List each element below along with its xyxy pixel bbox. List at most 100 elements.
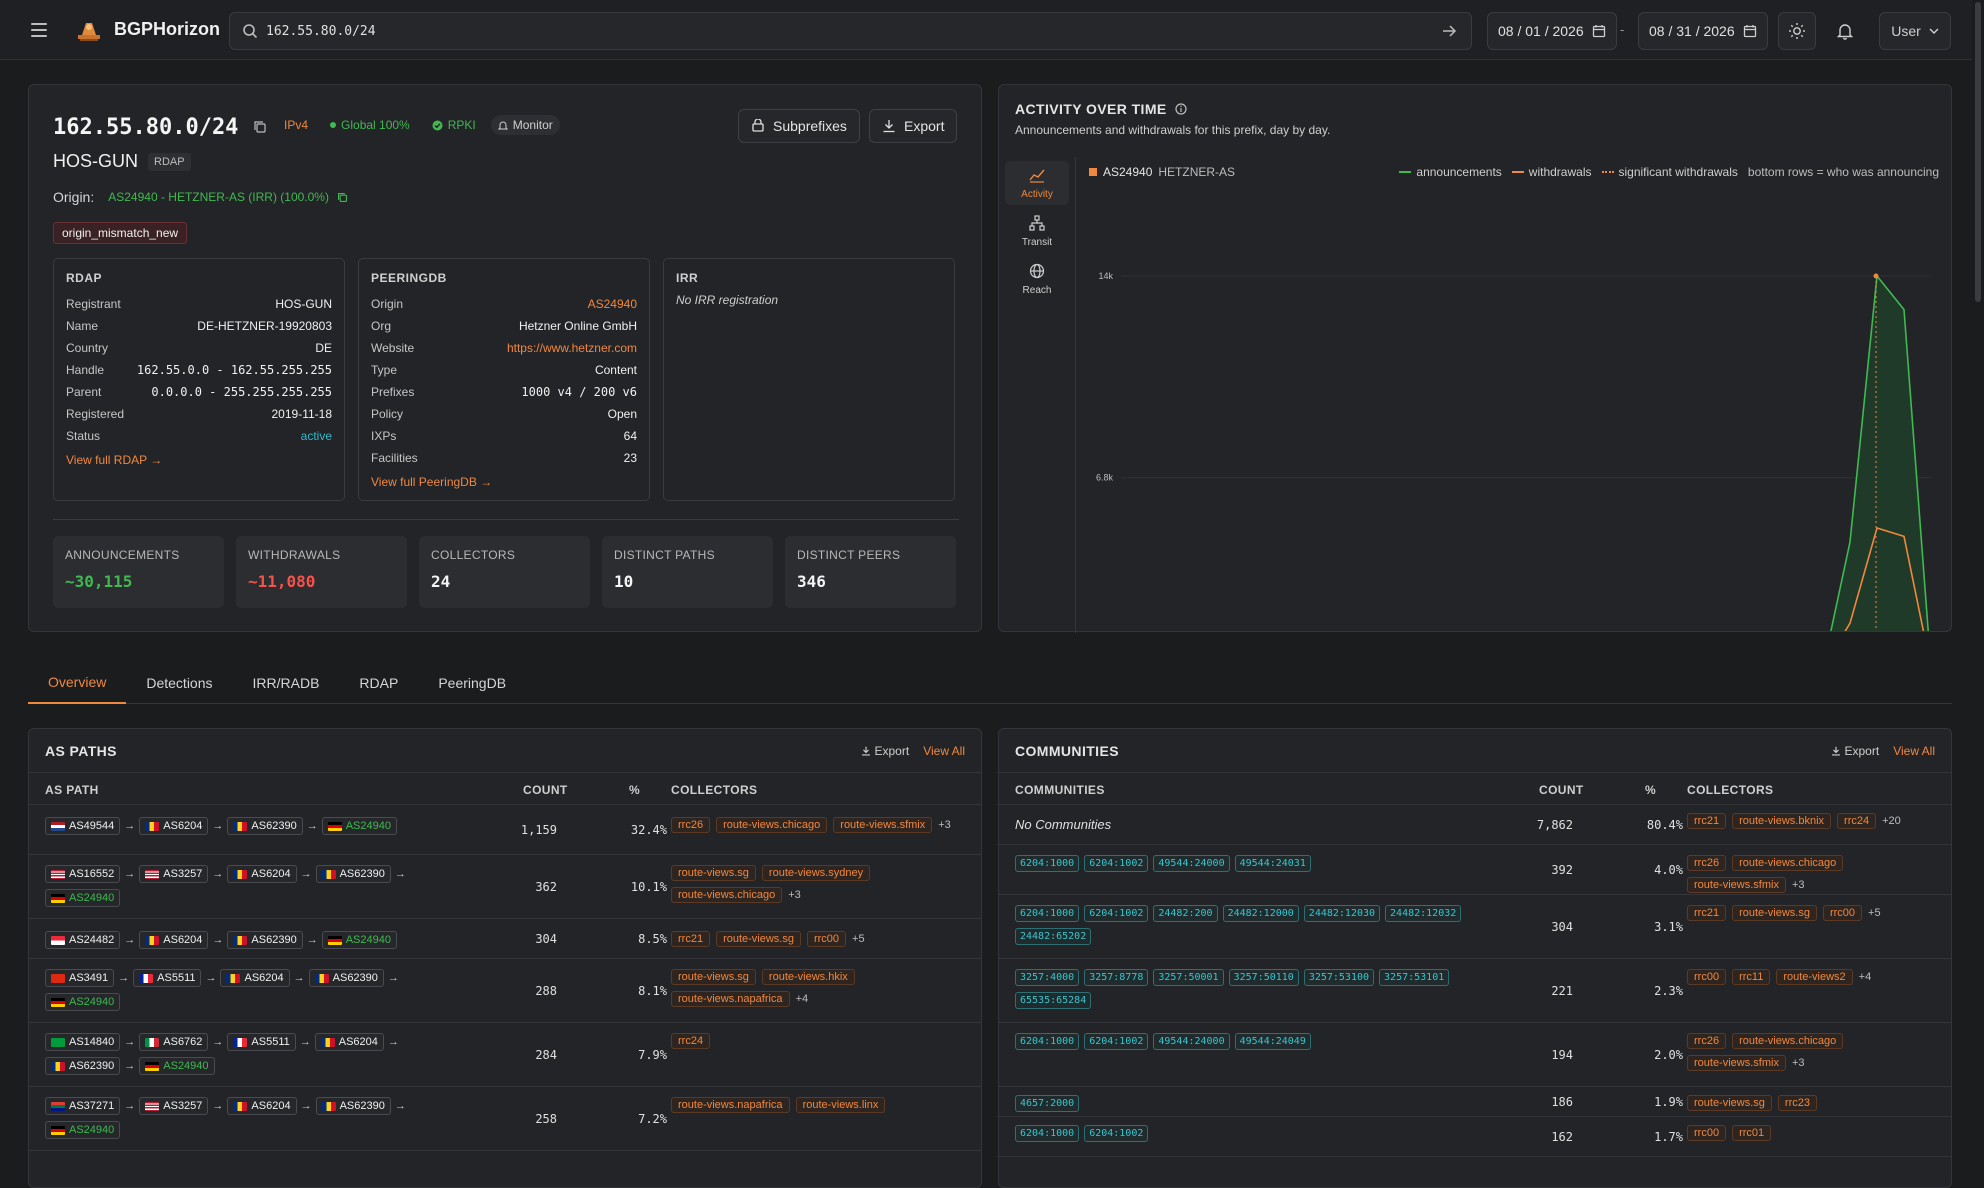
asn-chip[interactable]: AS62390 bbox=[227, 817, 303, 835]
collector-tag[interactable]: rrc00 bbox=[1687, 1125, 1727, 1141]
tab-overview[interactable]: Overview bbox=[28, 662, 127, 704]
view-full-rdap-link[interactable]: View full RDAP → bbox=[66, 453, 332, 467]
export-button[interactable]: Export bbox=[869, 109, 958, 143]
monitor-chip[interactable]: Monitor bbox=[490, 115, 560, 135]
collector-tag[interactable]: route-views.sydney bbox=[761, 865, 871, 881]
calendar-icon[interactable] bbox=[1743, 24, 1757, 38]
col-percent[interactable]: % bbox=[629, 783, 640, 797]
kv-value[interactable]: https://www.hetzner.com bbox=[507, 341, 637, 355]
collector-tag[interactable]: route-views.napafrica bbox=[671, 1097, 790, 1113]
community-tag[interactable]: 3257:50110 bbox=[1228, 969, 1299, 986]
side-tab-activity[interactable]: Activity bbox=[1005, 161, 1069, 205]
copy-icon[interactable] bbox=[253, 120, 267, 134]
community-tag[interactable]: 24482:65202 bbox=[1015, 928, 1092, 945]
asn-chip[interactable]: AS62390 bbox=[315, 1097, 391, 1115]
col-percent[interactable]: % bbox=[1645, 783, 1656, 797]
communities-export-button[interactable]: Export bbox=[1831, 744, 1879, 758]
community-tag[interactable]: 24482:200 bbox=[1153, 905, 1218, 922]
col-collectors[interactable]: COLLECTORS bbox=[671, 783, 757, 797]
more-collectors[interactable]: +4 bbox=[796, 993, 809, 1005]
asn-chip[interactable]: AS5511 bbox=[227, 1033, 296, 1051]
table-row[interactable]: AS37271 → AS3257 → AS6204 → AS62390 → AS24940 258… bbox=[29, 1087, 981, 1151]
asn-chip[interactable]: AS62390 bbox=[227, 931, 303, 949]
tab-detections[interactable]: Detections bbox=[126, 662, 232, 704]
collector-tag[interactable]: route-views.chicago bbox=[716, 817, 828, 833]
scrollbar-thumb[interactable] bbox=[1975, 2, 1981, 302]
collector-tag[interactable]: rrc01 bbox=[1732, 1125, 1772, 1141]
collector-tag[interactable]: rrc24 bbox=[1837, 813, 1877, 829]
community-tag[interactable]: 6204:1000 bbox=[1015, 855, 1080, 872]
asn-chip[interactable]: AS6204 bbox=[139, 931, 209, 949]
asn-chip[interactable]: AS6204 bbox=[314, 1033, 384, 1051]
search-input[interactable] bbox=[266, 23, 1441, 39]
as-paths-view-all-link[interactable]: View All bbox=[923, 744, 965, 758]
side-tab-reach[interactable]: Reach bbox=[1005, 257, 1069, 301]
asn-chip[interactable]: AS24940 bbox=[45, 889, 121, 907]
asn-chip[interactable]: AS24940 bbox=[45, 993, 121, 1011]
app-logo[interactable]: BGPHorizon bbox=[74, 15, 220, 45]
community-tag[interactable]: 3257:8778 bbox=[1084, 969, 1149, 986]
community-tag[interactable]: 49544:24000 bbox=[1153, 1033, 1230, 1050]
table-row[interactable]: 3257:4000 3257:8778 3257:50001 3257:50110 32… bbox=[999, 959, 1951, 1023]
asn-chip[interactable]: AS3257 bbox=[139, 1097, 209, 1115]
asn-chip[interactable]: AS6204 bbox=[227, 865, 297, 883]
col-count[interactable]: COUNT bbox=[523, 783, 568, 797]
table-row[interactable]: AS14840 → AS6762 → AS5511 → AS6204 → AS62390 → AS2… bbox=[29, 1023, 981, 1087]
collector-tag[interactable]: route-views.sg bbox=[716, 931, 801, 947]
significant-withdrawal-dot[interactable] bbox=[1873, 273, 1879, 279]
collector-tag[interactable]: route-views.bknix bbox=[1732, 813, 1832, 829]
collector-tag[interactable]: rrc23 bbox=[1777, 1095, 1817, 1111]
community-tag[interactable]: 3257:53100 bbox=[1303, 969, 1375, 986]
tab-peeringdb[interactable]: PeeringDB bbox=[418, 662, 526, 704]
community-tag[interactable]: 6204:1000 bbox=[1015, 905, 1080, 922]
asn-chip[interactable]: AS24940 bbox=[321, 817, 397, 835]
view-full-peeringdb-link[interactable]: View full PeeringDB → bbox=[371, 475, 637, 489]
collector-tag[interactable]: rrc00 bbox=[806, 931, 847, 947]
community-tag[interactable]: 6204:1002 bbox=[1084, 855, 1149, 872]
collector-tag[interactable]: route-views.chicago bbox=[671, 887, 783, 903]
collector-tag[interactable]: rrc26 bbox=[1687, 1033, 1727, 1049]
copy-icon[interactable] bbox=[337, 192, 348, 203]
asn-chip[interactable]: AS49544 bbox=[45, 817, 121, 835]
col-collectors[interactable]: COLLECTORS bbox=[1687, 783, 1773, 797]
collector-tag[interactable]: route-views.napafrica bbox=[671, 991, 790, 1007]
asn-chip[interactable]: AS62390 bbox=[45, 1057, 121, 1075]
origin-value[interactable]: AS24940 - HETZNER-AS (IRR) (100.0%) bbox=[108, 190, 329, 204]
community-tag[interactable]: 24482:12000 bbox=[1222, 905, 1299, 922]
community-tag[interactable]: 6204:1000 bbox=[1015, 1033, 1080, 1050]
more-collectors[interactable]: +5 bbox=[852, 933, 865, 945]
kv-value[interactable]: AS24940 bbox=[588, 297, 637, 311]
asn-chip[interactable]: AS24940 bbox=[321, 931, 397, 949]
communities-view-all-link[interactable]: View All bbox=[1893, 744, 1935, 758]
collector-tag[interactable]: rrc26 bbox=[1687, 855, 1727, 871]
more-collectors[interactable]: +3 bbox=[938, 819, 951, 831]
more-collectors[interactable]: +3 bbox=[1792, 1057, 1805, 1069]
asn-chip[interactable]: AS6762 bbox=[139, 1033, 209, 1051]
asn-chip[interactable]: AS5511 bbox=[133, 969, 202, 987]
info-icon[interactable] bbox=[1175, 103, 1187, 115]
detection-tag[interactable]: origin_mismatch_new bbox=[53, 222, 188, 244]
collector-tag[interactable]: route-views.sfmix bbox=[833, 817, 933, 833]
tab-irr-radb[interactable]: IRR/RADB bbox=[233, 662, 340, 704]
collector-tag[interactable]: route-views2 bbox=[1776, 969, 1853, 985]
asn-chip[interactable]: AS3257 bbox=[139, 865, 209, 883]
asn-chip[interactable]: AS62390 bbox=[308, 969, 384, 987]
community-tag[interactable]: 3257:53101 bbox=[1379, 969, 1450, 986]
col-as-path[interactable]: AS PATH bbox=[45, 783, 99, 797]
search-bar[interactable] bbox=[229, 12, 1472, 50]
date-to-input[interactable]: 08 / 31 / 2026 bbox=[1638, 12, 1768, 50]
collector-tag[interactable]: route-views.chicago bbox=[1732, 1033, 1844, 1049]
community-tag[interactable]: 6204:1002 bbox=[1084, 1125, 1149, 1142]
table-row[interactable]: 6204:1000 6204:1002 162 1.7% rrc00 rrc01 bbox=[999, 1117, 1951, 1157]
menu-icon[interactable] bbox=[24, 15, 54, 45]
table-row[interactable]: 4657:2000 186 1.9% route-views.sg rrc23 bbox=[999, 1087, 1951, 1117]
asn-chip[interactable]: AS16552 bbox=[45, 865, 121, 883]
collector-tag[interactable]: route-views.sg bbox=[1732, 905, 1817, 921]
collector-tag[interactable]: route-views.chicago bbox=[1732, 855, 1844, 871]
community-tag[interactable]: 24482:12032 bbox=[1385, 905, 1462, 922]
asn-chip[interactable]: AS3491 bbox=[45, 969, 115, 987]
col-communities[interactable]: COMMUNITIES bbox=[1015, 783, 1105, 797]
community-tag[interactable]: 3257:4000 bbox=[1015, 969, 1080, 986]
table-row[interactable]: 6204:1000 6204:1002 49544:24000 49544:24031… bbox=[999, 845, 1951, 895]
asn-chip[interactable]: AS14840 bbox=[45, 1033, 121, 1051]
